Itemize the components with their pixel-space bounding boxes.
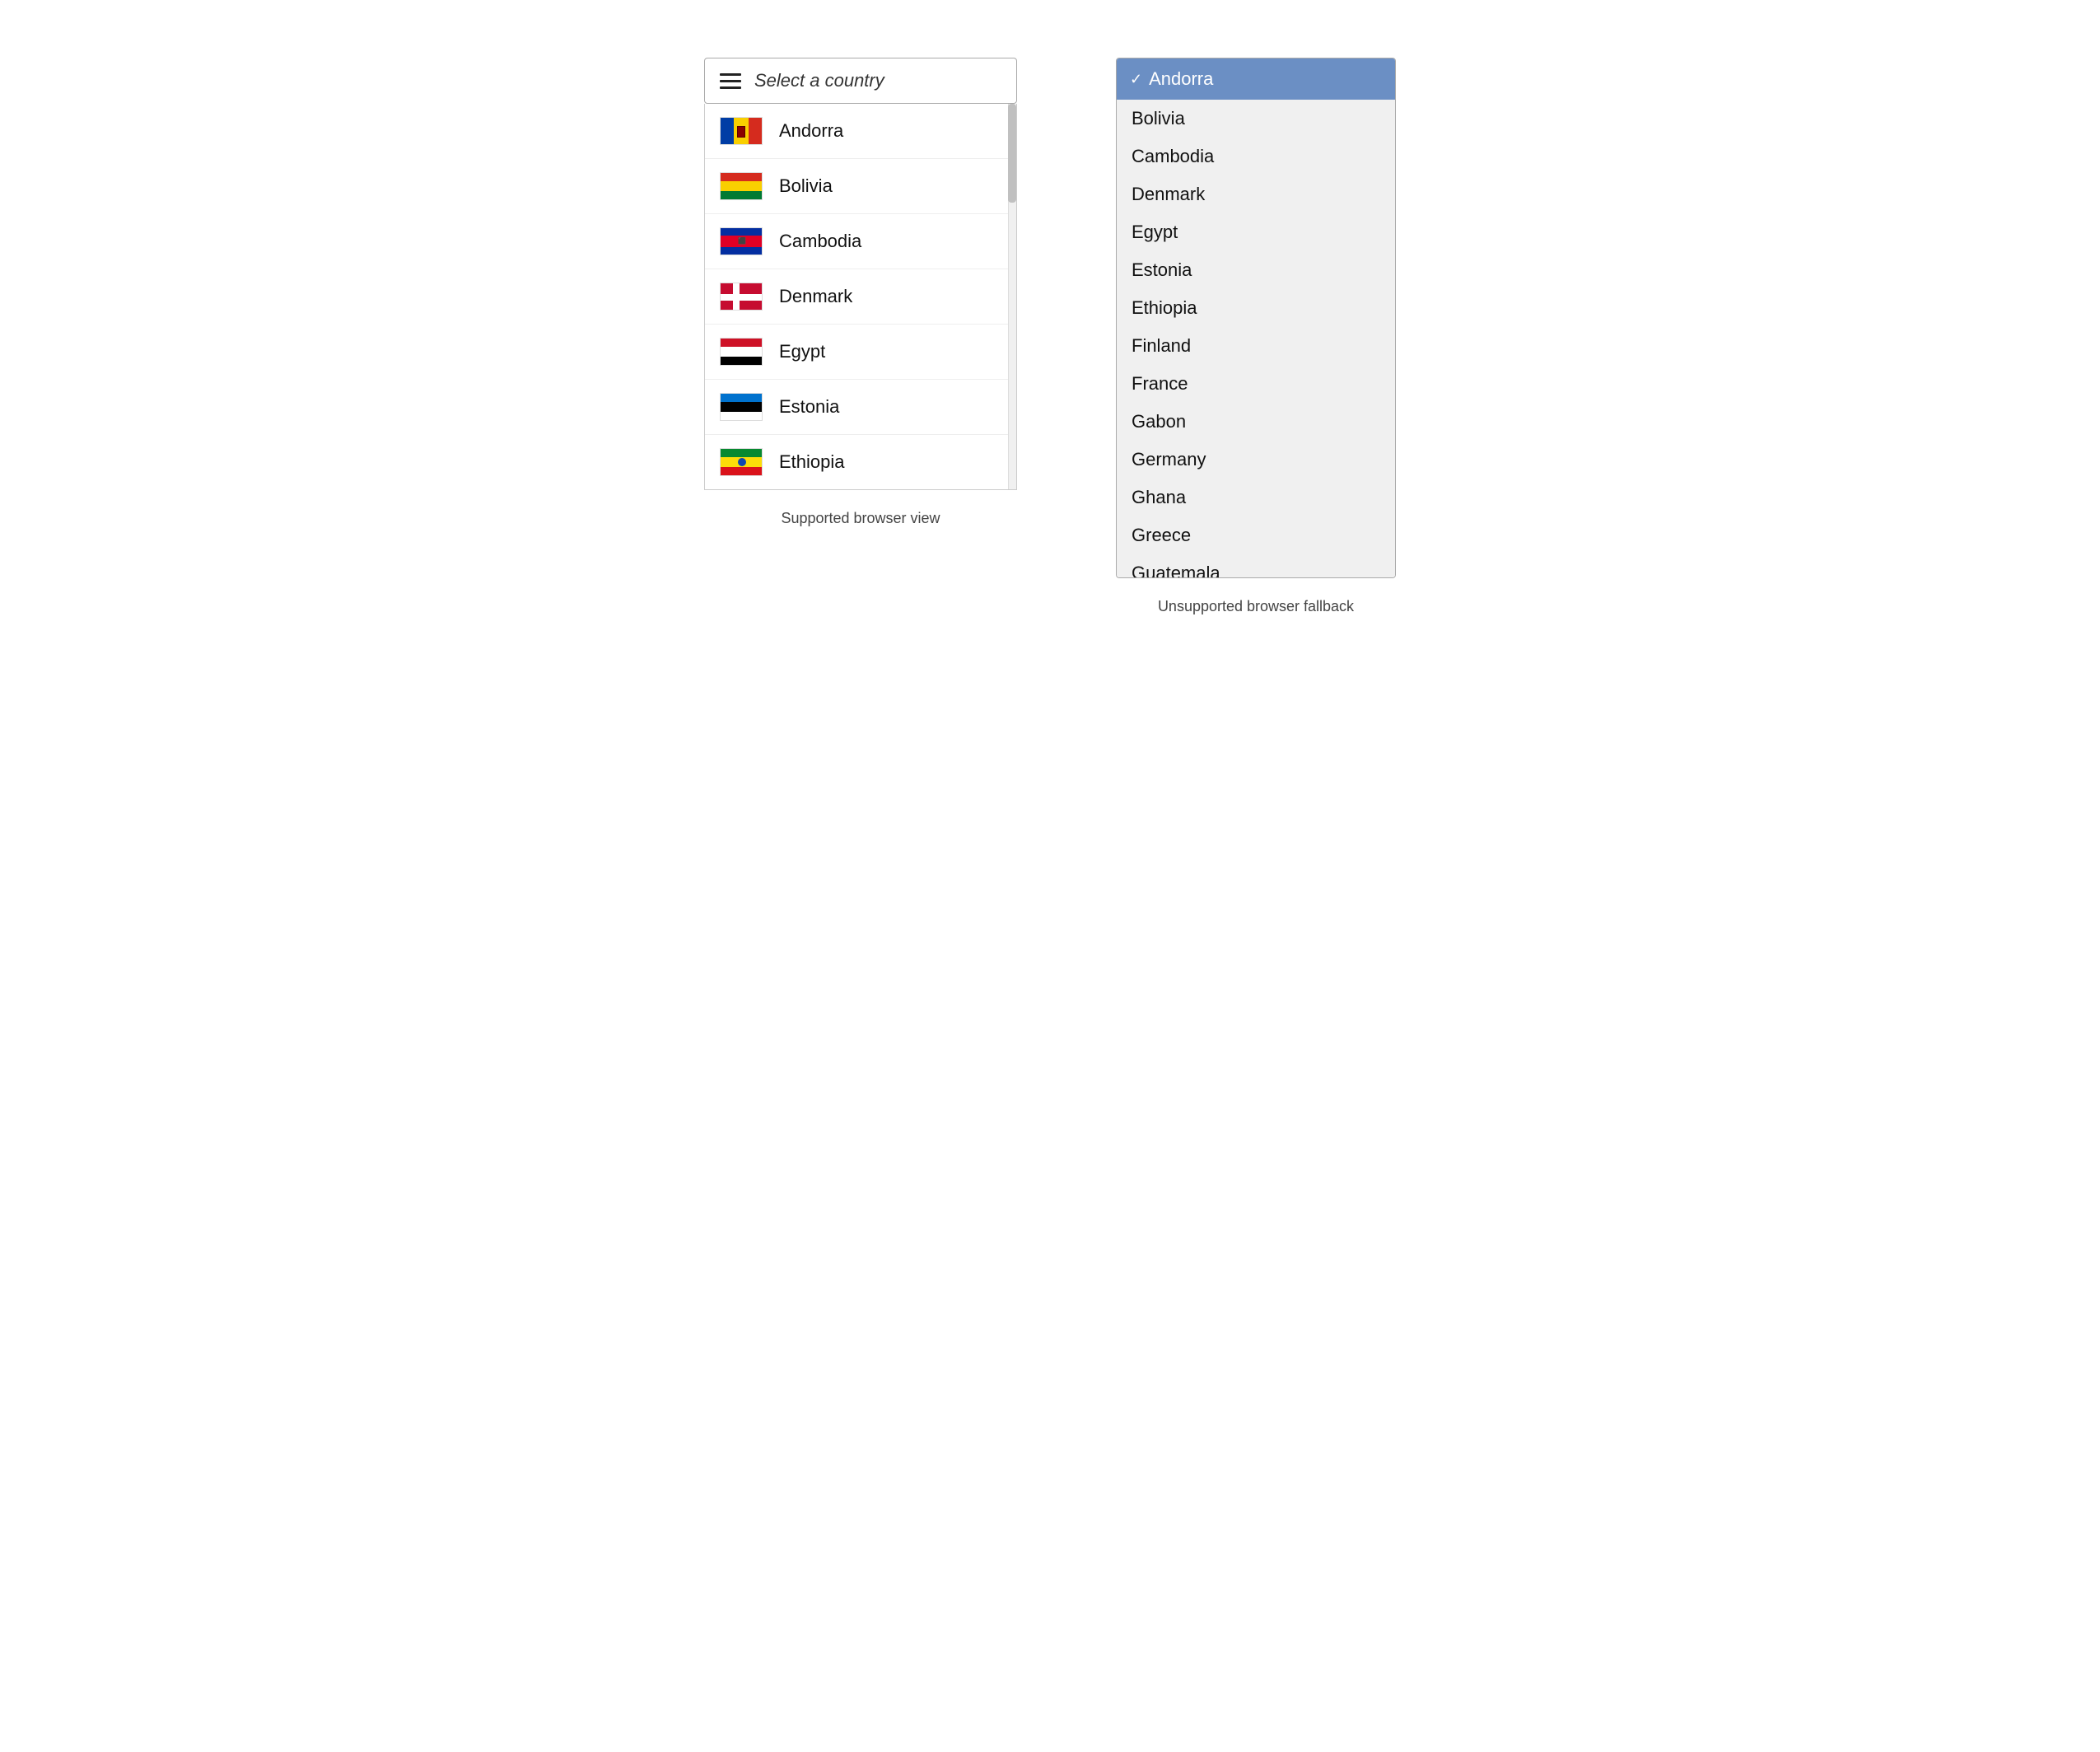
- left-panel-label: Supported browser view: [781, 510, 940, 527]
- country-name: Ethiopia: [779, 451, 845, 473]
- hamburger-icon: [720, 73, 741, 89]
- list-item[interactable]: Ethiopia: [705, 435, 1016, 489]
- flag-bolivia: [720, 172, 763, 200]
- left-panel: Select a country Andorra: [704, 58, 1017, 527]
- scrollbar-thumb[interactable]: [1008, 104, 1016, 203]
- list-item[interactable]: Andorra: [705, 104, 1016, 159]
- list-item[interactable]: Ethiopia: [1117, 289, 1395, 327]
- list-item[interactable]: Egypt: [705, 325, 1016, 380]
- list-item[interactable]: Egypt: [1117, 213, 1395, 251]
- list-item[interactable]: Germany: [1117, 441, 1395, 479]
- native-select-container: ✓ Andorra Bolivia Cambodia Denmark Egypt…: [1116, 58, 1396, 578]
- custom-dropdown: Andorra Bolivia ⬛: [704, 104, 1017, 490]
- list-item[interactable]: Greece: [1117, 516, 1395, 554]
- country-name: Egypt: [779, 341, 825, 362]
- flag-egypt: [720, 338, 763, 366]
- list-item[interactable]: Gabon: [1117, 403, 1395, 441]
- list-item[interactable]: Bolivia: [1117, 100, 1395, 138]
- select-placeholder: Select a country: [754, 70, 884, 91]
- country-name: Estonia: [779, 396, 839, 418]
- list-item[interactable]: Ghana: [1117, 479, 1395, 516]
- flag-andorra: [720, 117, 763, 145]
- right-panel-label: Unsupported browser fallback: [1158, 598, 1354, 615]
- country-name: Denmark: [779, 286, 852, 307]
- list-item[interactable]: Guatemala: [1117, 554, 1395, 577]
- native-select-wrapper: ✓ Andorra Bolivia Cambodia Denmark Egypt…: [1116, 58, 1396, 578]
- list-item[interactable]: Estonia: [705, 380, 1016, 435]
- flag-denmark: [720, 283, 763, 311]
- list-item[interactable]: Denmark: [705, 269, 1016, 325]
- custom-select-trigger[interactable]: Select a country: [704, 58, 1017, 104]
- checkmark-icon: ✓: [1130, 71, 1142, 88]
- custom-select-container: Select a country Andorra: [704, 58, 1017, 490]
- page-container: Select a country Andorra: [704, 33, 1396, 615]
- list-item[interactable]: Estonia: [1117, 251, 1395, 289]
- flag-estonia: [720, 393, 763, 421]
- list-item[interactable]: France: [1117, 365, 1395, 403]
- right-panel: ✓ Andorra Bolivia Cambodia Denmark Egypt…: [1116, 58, 1396, 615]
- selected-option[interactable]: ✓ Andorra: [1117, 58, 1395, 100]
- country-name: Andorra: [779, 120, 843, 142]
- flag-ethiopia: [720, 448, 763, 476]
- selected-option-label: Andorra: [1149, 68, 1213, 90]
- flag-cambodia: ⬛: [720, 227, 763, 255]
- dropdown-scroll[interactable]: Bolivia Cambodia Denmark Egypt Estonia E…: [1117, 100, 1395, 577]
- list-item[interactable]: Cambodia: [1117, 138, 1395, 175]
- country-name: Cambodia: [779, 231, 861, 252]
- list-item[interactable]: Finland: [1117, 327, 1395, 365]
- country-name: Bolivia: [779, 175, 833, 197]
- list-item[interactable]: Denmark: [1117, 175, 1395, 213]
- list-item[interactable]: Bolivia: [705, 159, 1016, 214]
- scrollbar-track: [1008, 104, 1016, 489]
- list-item[interactable]: ⬛ Cambodia: [705, 214, 1016, 269]
